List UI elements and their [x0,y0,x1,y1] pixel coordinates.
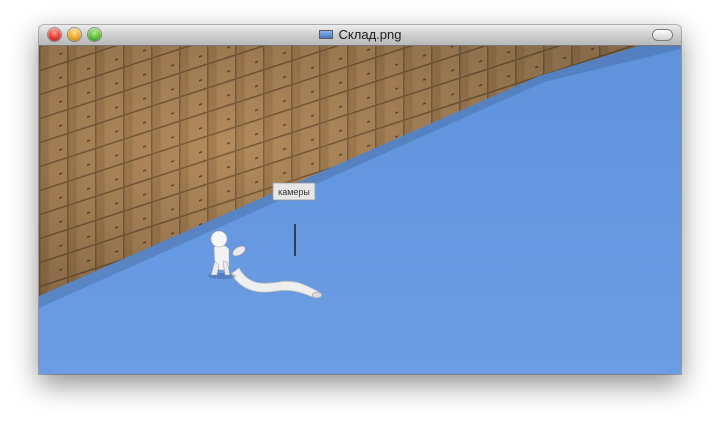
image-viewer-window: Склад.png камеры [39,25,681,374]
window-title: Склад.png [39,27,681,43]
window-title-text: Склад.png [338,27,402,42]
png-image-icon [318,30,333,39]
image-canvas: камеры [39,46,681,374]
toolbar-toggle-button[interactable] [653,30,672,40]
warehouse-image: камеры [39,46,681,374]
sign-text: камеры [278,187,310,197]
sign: камеры [272,182,316,201]
title-bar[interactable]: Склад.png [39,25,681,46]
